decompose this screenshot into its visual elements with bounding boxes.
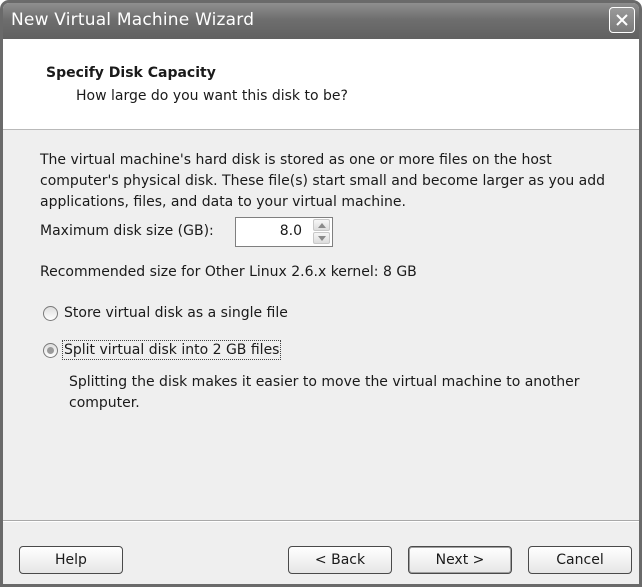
disk-size-stepper[interactable]: 8.0 xyxy=(235,217,333,247)
wizard-header: Specify Disk Capacity How large do you w… xyxy=(3,39,639,130)
spin-down-arrow-icon xyxy=(318,236,326,241)
wizard-content: The virtual machine's hard disk is store… xyxy=(3,130,639,520)
page-title: Specify Disk Capacity xyxy=(46,65,216,81)
close-button[interactable] xyxy=(609,7,635,33)
recommended-size-text: Recommended size for Other Linux 2.6.x k… xyxy=(40,264,417,280)
split-description: Splitting the disk makes it easier to mo… xyxy=(69,374,580,411)
title-bar[interactable]: New Virtual Machine Wizard xyxy=(3,3,639,39)
option-single-file-label[interactable]: Store virtual disk as a single file xyxy=(64,305,288,321)
window-title: New Virtual Machine Wizard xyxy=(11,10,255,30)
option-split-files-label[interactable]: Split virtual disk into 2 GB files xyxy=(61,340,282,360)
spin-down-button[interactable] xyxy=(313,232,330,244)
disk-size-label: Maximum disk size (GB): xyxy=(40,223,214,239)
radio-single-file[interactable] xyxy=(43,305,58,321)
next-button[interactable]: Next > xyxy=(408,546,512,574)
wizard-footer: Help < Back Next > Cancel xyxy=(3,522,639,584)
close-icon xyxy=(616,14,628,26)
spin-up-button[interactable] xyxy=(313,219,330,231)
radio-split-files[interactable] xyxy=(43,342,58,358)
disk-description: The virtual machine's hard disk is store… xyxy=(40,152,606,210)
spin-up-arrow-icon xyxy=(318,223,326,228)
option-single-file[interactable]: Store virtual disk as a single file xyxy=(43,305,288,321)
back-button[interactable]: < Back xyxy=(288,546,392,574)
cancel-button[interactable]: Cancel xyxy=(528,546,632,574)
disk-size-value[interactable]: 8.0 xyxy=(280,223,302,239)
wizard-window: New Virtual Machine Wizard Specify Disk … xyxy=(0,0,642,587)
page-subtitle: How large do you want this disk to be? xyxy=(76,88,348,104)
option-split-files[interactable]: Split virtual disk into 2 GB files xyxy=(43,340,282,360)
help-button[interactable]: Help xyxy=(19,546,123,574)
